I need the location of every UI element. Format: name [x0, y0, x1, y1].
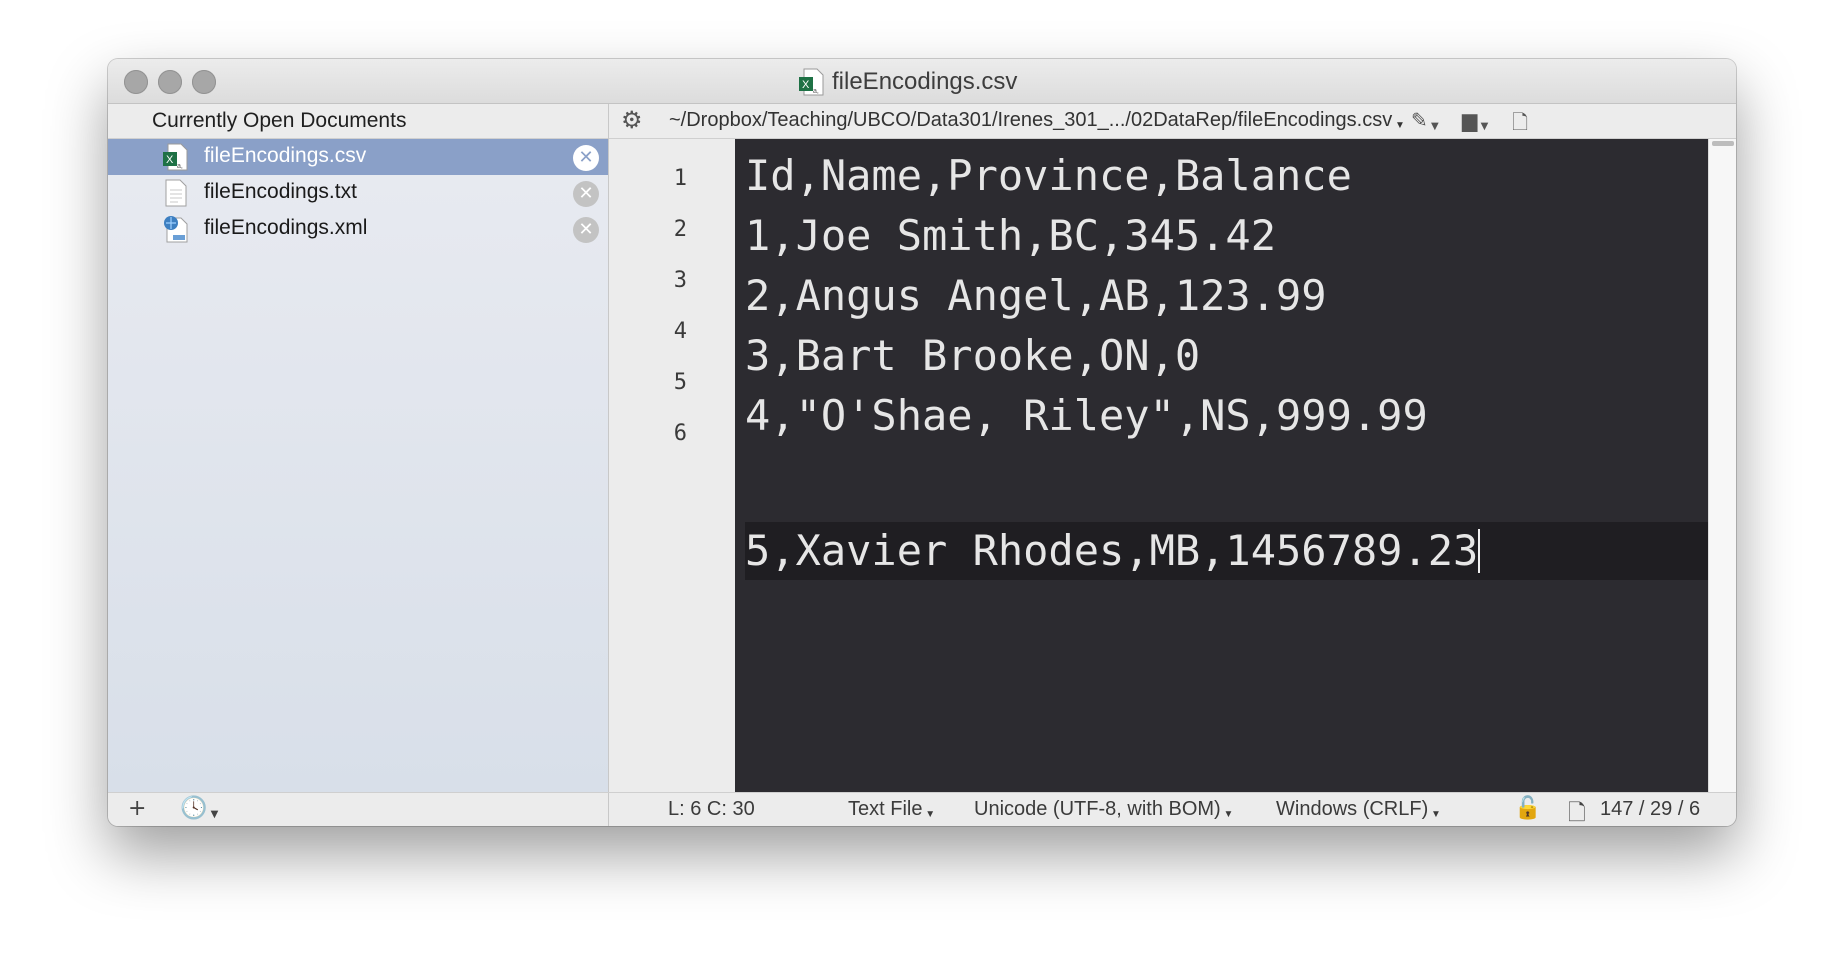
chevron-down-icon: ▼	[1220, 809, 1234, 820]
line-endings-menu[interactable]: Windows (CRLF) ▼	[1276, 798, 1441, 821]
chevron-down-icon: ▼	[922, 809, 936, 820]
status-bar: + 🕓 ▼ L: 6 C: 30 Text File ▼ Unicode (UT…	[108, 792, 1736, 826]
line-number: 4	[673, 319, 687, 344]
vertical-scrollbar[interactable]	[1708, 139, 1736, 792]
line-number: 3	[673, 268, 687, 293]
code-line[interactable]: 2,Angus Angel,AB,123.99	[745, 271, 1327, 321]
excel-csv-icon: X a,	[799, 68, 824, 96]
svg-text:a,: a,	[813, 88, 819, 95]
chevron-down-icon: ▼	[1428, 809, 1441, 820]
document-label: fileEncodings.csv	[204, 144, 367, 167]
text-cursor	[1478, 529, 1481, 573]
document-label: fileEncodings.xml	[204, 216, 368, 239]
document-item-txt[interactable]: fileEncodings.txt ✕	[108, 175, 608, 211]
code-line[interactable]: 4,"O'Shae, Riley",NS,999.99	[745, 391, 1428, 441]
encoding-menu[interactable]: Unicode (UTF-8, with BOM) ▼	[974, 798, 1233, 821]
close-window-button[interactable]	[124, 70, 148, 94]
line-number: 6	[673, 421, 687, 446]
open-documents-sidebar: Currently Open Documents X a, fileEncodi…	[108, 104, 609, 792]
close-document-button[interactable]: ✕	[573, 217, 599, 243]
encoding-label: Unicode (UTF-8, with BOM)	[974, 798, 1221, 820]
text-file-icon	[165, 179, 187, 207]
title-bar[interactable]: X a, fileEncodings.csv	[108, 59, 1736, 104]
document-stats-icon: 🗋	[1568, 801, 1586, 826]
syntax-mode-label: Text File	[848, 798, 923, 820]
unlocked-padlock-icon[interactable]: 🔓	[1514, 796, 1541, 821]
svg-text:X: X	[166, 154, 174, 166]
syntax-mode-menu[interactable]: Text File ▼	[848, 798, 935, 821]
svg-text:X: X	[802, 79, 810, 91]
gear-icon[interactable]: ⚙	[621, 106, 643, 134]
document-label: fileEncodings.txt	[204, 180, 357, 203]
minimize-window-button[interactable]	[158, 70, 182, 94]
document-info-icon[interactable]: 🗋	[1512, 108, 1528, 142]
code-line-current[interactable]: 5,Xavier Rhodes,MB,1456789.23	[745, 526, 1481, 576]
sidebar-footer: + 🕓 ▼	[108, 793, 609, 826]
line-endings-label: Windows (CRLF)	[1276, 798, 1429, 820]
code-line[interactable]: 1,Joe Smith,BC,345.42	[745, 211, 1276, 261]
line-number-gutter: 1 2 3 4 5 6	[609, 139, 735, 792]
marker-pen-icon[interactable]: ✎ ▼	[1411, 108, 1439, 132]
window-title: X a, fileEncodings.csv	[798, 67, 1017, 97]
svg-text:a,: a,	[177, 163, 183, 170]
close-document-button[interactable]: ✕	[573, 181, 599, 207]
code-line[interactable]: 3,Bart Brooke,ON,0	[745, 331, 1200, 381]
file-path-text: ~/Dropbox/Teaching/UBCO/Data301/Irenes_3…	[669, 109, 1393, 131]
xml-file-icon	[164, 216, 188, 243]
excel-csv-icon: X a,	[163, 143, 188, 171]
document-stack-icon[interactable]: ▆ ▼	[1462, 108, 1488, 132]
window-title-text: fileEncodings.csv	[832, 68, 1018, 95]
text-editor-area[interactable]: Id,Name,Province,Balance 1,Joe Smith,BC,…	[735, 139, 1708, 792]
line-number: 2	[673, 217, 687, 242]
zoom-window-button[interactable]	[192, 70, 216, 94]
code-line[interactable]: Id,Name,Province,Balance	[745, 151, 1352, 201]
code-line-text: 5,Xavier Rhodes,MB,1456789.23	[745, 526, 1479, 575]
sidebar-header: Currently Open Documents	[108, 104, 608, 139]
editor-window: X a, fileEncodings.csv Currently Open Do…	[108, 59, 1736, 826]
close-document-button[interactable]: ✕	[573, 145, 599, 171]
path-toolbar: ⚙ ~/Dropbox/Teaching/UBCO/Data301/Irenes…	[609, 104, 1736, 139]
sidebar-header-label: Currently Open Documents	[152, 109, 407, 132]
file-path-menu[interactable]: ~/Dropbox/Teaching/UBCO/Data301/Irenes_3…	[669, 109, 1405, 132]
scrollbar-thumb[interactable]	[1712, 141, 1734, 146]
cursor-position: L: 6 C: 30	[668, 798, 755, 820]
chevron-down-icon: ▼	[1392, 120, 1405, 131]
clock-history-icon[interactable]: 🕓 ▼	[180, 796, 218, 821]
document-counts: 147 / 29 / 6	[1600, 798, 1701, 820]
add-document-icon[interactable]: +	[128, 796, 146, 821]
document-item-csv[interactable]: X a, fileEncodings.csv ✕	[108, 139, 608, 175]
document-item-xml[interactable]: fileEncodings.xml ✕	[108, 211, 608, 247]
line-number: 1	[673, 166, 687, 191]
line-number: 5	[673, 370, 687, 395]
